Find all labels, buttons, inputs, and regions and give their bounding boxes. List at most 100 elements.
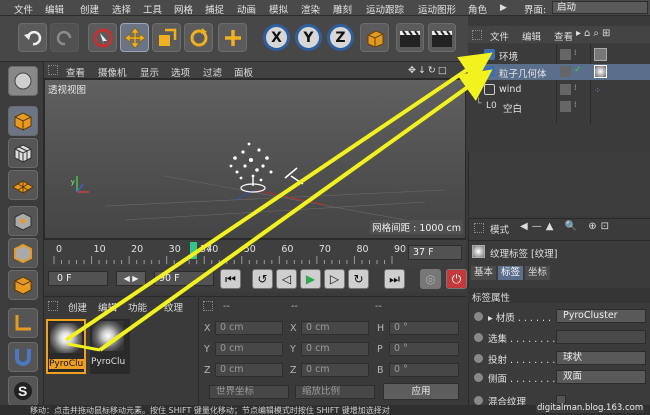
panel-grip-icon[interactable] (48, 65, 58, 75)
material-swatch-2[interactable]: PyroClu (90, 319, 130, 374)
undo-button[interactable] (18, 23, 47, 52)
menu-edit[interactable]: 编辑 (45, 2, 64, 16)
position-z-field[interactable]: 0 cm (215, 363, 283, 377)
visibility-toggle[interactable] (560, 84, 571, 95)
animate-dot-icon[interactable] (474, 396, 483, 405)
visibility-toggle[interactable] (560, 49, 571, 60)
tab-basic[interactable]: 基本 (471, 266, 497, 280)
range-stepper[interactable]: ◀ ▶ (116, 271, 146, 286)
texture-mode-button[interactable] (8, 138, 38, 168)
current-frame-field[interactable]: 37 F (408, 245, 462, 260)
size-z-field[interactable]: 0 cm (301, 363, 369, 377)
workplane-button[interactable] (8, 170, 38, 200)
visibility-toggle[interactable] (560, 66, 571, 77)
animate-dot-icon[interactable] (474, 312, 483, 321)
material-menu-create[interactable]: 创建 (68, 300, 87, 314)
material-menu-function[interactable]: 功能 (128, 300, 147, 314)
panel-grip-icon[interactable] (472, 30, 482, 40)
render-dots[interactable]: ⁞ (574, 83, 577, 92)
size-y-field[interactable]: 0 cm (301, 342, 369, 356)
viewport-nav-icons[interactable]: ✥↓↻□ (408, 65, 449, 76)
prev-frame-button[interactable]: ◁ (276, 269, 297, 289)
animate-dot-icon[interactable] (474, 333, 483, 342)
visibility-toggle[interactable] (560, 101, 571, 112)
render-dots[interactable]: ⁞ (574, 48, 577, 57)
menu-mograph[interactable]: 运动图形 (418, 2, 456, 16)
rotation-h-field[interactable]: 0 ° (389, 321, 459, 335)
menu-more-icon[interactable]: ▶ (500, 3, 512, 13)
move-button[interactable] (120, 23, 149, 52)
record-button[interactable]: ⏻ (446, 269, 467, 289)
polygon-mode-button[interactable] (8, 270, 38, 300)
menu-animate[interactable]: 动画 (237, 2, 256, 16)
position-x-field[interactable]: 0 cm (215, 321, 283, 335)
menu-sculpt[interactable]: 雕刻 (333, 2, 352, 16)
next-frame-button[interactable]: ▷ (324, 269, 345, 289)
menu-render[interactable]: 渲染 (301, 2, 320, 16)
coordinate-system-button[interactable] (360, 23, 389, 52)
menu-select[interactable]: 选择 (112, 2, 131, 16)
object-menu-view[interactable]: 查看 (554, 29, 573, 43)
perspective-viewport[interactable]: 透视视图 y 网格间距 : 1000 cm (44, 79, 466, 239)
animate-dot-icon[interactable] (474, 373, 483, 382)
material-menu-edit[interactable]: 编辑 (98, 300, 117, 314)
panel-grip-icon[interactable] (203, 301, 213, 311)
make-editable-button[interactable] (8, 66, 38, 96)
render-picture-viewer-button[interactable] (428, 23, 456, 52)
scale-mode-dropdown[interactable]: 缩放比例 (295, 385, 375, 399)
menu-tools[interactable]: 工具 (143, 2, 162, 16)
tab-coordinates[interactable]: 坐标 (525, 266, 551, 280)
scale-button[interactable] (152, 23, 181, 52)
y-axis-lock-button[interactable]: Y (295, 24, 322, 51)
menu-file[interactable]: 文件 (14, 2, 33, 16)
object-row-particle-geometry[interactable]: 粒子几何体 ✓ (468, 64, 650, 80)
viewport-menu-view[interactable]: 查看 (66, 65, 85, 79)
render-view-button[interactable] (396, 23, 424, 52)
side-dropdown[interactable]: 双面 (556, 370, 646, 384)
point-mode-button[interactable] (8, 206, 38, 236)
add-object-button[interactable] (218, 23, 247, 52)
keyframe-button[interactable]: ◎ (420, 269, 441, 289)
material-link-field[interactable]: PyroCluster (556, 309, 646, 323)
viewport-menu-options[interactable]: 选项 (171, 65, 190, 79)
x-axis-lock-button[interactable]: X (263, 24, 290, 51)
material-swatch-1[interactable]: PyroClu (46, 319, 86, 374)
animate-dot-icon[interactable] (474, 354, 483, 363)
timeline-ruler[interactable]: 0 10 20 30 37 40 50 60 70 80 90 37 F (44, 239, 466, 266)
redo-button[interactable] (50, 23, 79, 52)
snap-button[interactable]: S (8, 376, 38, 406)
model-mode-button[interactable] (8, 106, 38, 136)
object-row-null[interactable]: └ L0 空白 ⁞ (468, 99, 650, 115)
rotation-p-field[interactable]: 0 ° (389, 342, 459, 356)
enabled-check-icon[interactable]: ✓ (574, 65, 582, 75)
object-manager-nav-icons[interactable]: ▸⌂⌕⊞ (576, 28, 613, 39)
attribute-nav-icons[interactable]: ◀—▲ 🔍 ⊕⊡ (520, 221, 613, 232)
apply-button[interactable]: 应用 (383, 383, 459, 400)
tag-dots-icon[interactable]: ⁘ (594, 86, 601, 95)
attribute-menu-mode[interactable]: 模式 (490, 222, 509, 237)
object-row-wind[interactable]: wind ⁞ ⁘ (468, 82, 650, 98)
selection-field[interactable] (556, 330, 646, 344)
tweak-mode-button[interactable] (8, 342, 38, 372)
viewport-menu-camera[interactable]: 摄像机 (98, 65, 127, 79)
size-x-field[interactable]: 0 cm (301, 321, 369, 335)
goto-next-key-button[interactable]: ↻ (348, 269, 369, 289)
object-row-environment[interactable]: 环境 ⁞ (468, 47, 650, 63)
axis-mode-button[interactable] (8, 308, 38, 338)
menu-character[interactable]: 角色 (468, 2, 487, 16)
goto-prev-key-button[interactable]: ↺ (252, 269, 273, 289)
menu-mesh[interactable]: 网格 (174, 2, 193, 16)
rotate-button[interactable] (184, 23, 213, 52)
menu-simulate[interactable]: 模拟 (269, 2, 288, 16)
render-dots[interactable]: ⁞ (574, 100, 577, 109)
panel-grip-icon[interactable] (474, 223, 484, 233)
material-menu-texture[interactable]: 纹理 (164, 300, 183, 314)
edge-mode-button[interactable] (8, 238, 38, 268)
play-button[interactable]: ▶ (300, 269, 321, 289)
goto-end-button[interactable]: ⏭ (384, 269, 405, 289)
layout-dropdown[interactable]: 启动 (552, 1, 648, 14)
viewport-menu-filter[interactable]: 过滤 (203, 65, 222, 79)
projection-dropdown[interactable]: 球状 (556, 351, 646, 365)
object-menu-edit[interactable]: 编辑 (522, 29, 541, 43)
viewport-menu-panel[interactable]: 面板 (234, 65, 253, 79)
